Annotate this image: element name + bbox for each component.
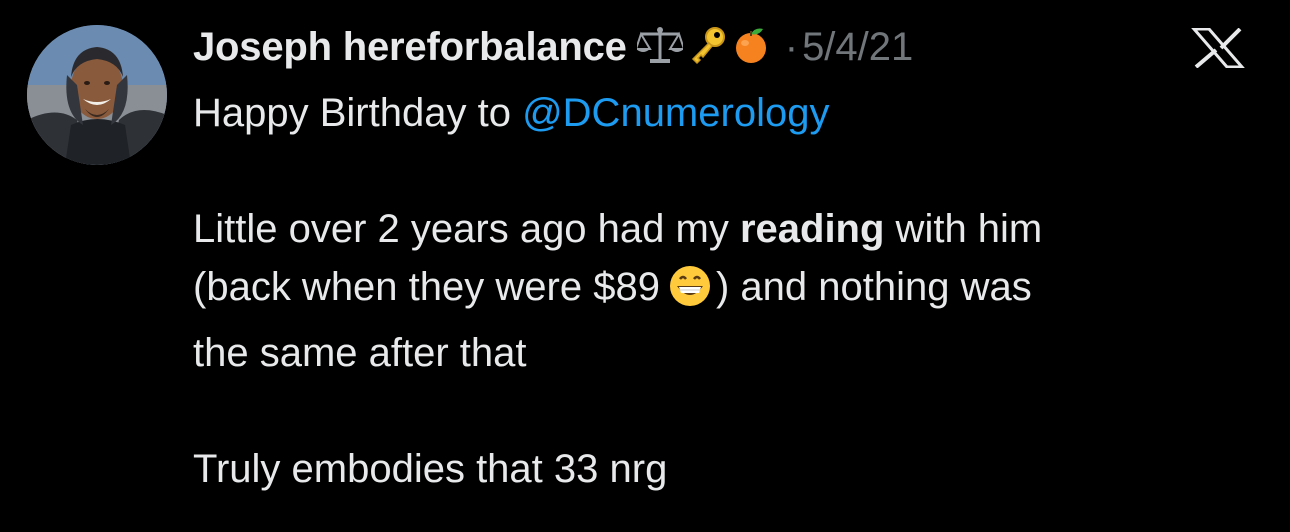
- key-icon: [687, 25, 727, 70]
- grinning-face-icon: [668, 264, 712, 324]
- header-separator: ·: [784, 24, 799, 69]
- tangerine-icon: [731, 25, 771, 70]
- name-emojis: [634, 25, 771, 70]
- x-logo-icon[interactable]: [1190, 27, 1246, 69]
- tweet-card: Joseph hereforbalance · 5/4/21 Happy Bir…: [0, 0, 1290, 532]
- tweet-line-2: Little over 2 years ago had my reading w…: [193, 200, 1253, 258]
- tweet-text-segment: Little over 2 years ago had my: [193, 207, 740, 251]
- balance-scale-icon: [634, 25, 686, 70]
- avatar-photo: [27, 25, 167, 165]
- tweet-header: Joseph hereforbalance · 5/4/21: [193, 22, 913, 72]
- tweet-line-4: the same after that: [193, 331, 527, 375]
- tweet-text-segment: with him: [884, 207, 1043, 251]
- tweet-text-segment: (back when they were $89: [193, 265, 660, 309]
- bold-word: reading: [739, 207, 885, 251]
- tweet-date[interactable]: 5/4/21: [802, 25, 913, 70]
- tweet-text-segment: ) and nothing was: [715, 265, 1032, 309]
- avatar[interactable]: [27, 25, 167, 165]
- mention-link[interactable]: @DCnumerology: [522, 91, 829, 135]
- display-name[interactable]: Joseph hereforbalance: [193, 25, 627, 70]
- tweet-line-3: (back when they were $89 ) and nothing w…: [193, 258, 1253, 324]
- tweet-line-1: Happy Birthday to @DCnumerology: [193, 84, 1253, 142]
- tweet-line-5: Truly embodies that 33 nrg: [193, 447, 668, 491]
- tweet-text-greeting: Happy Birthday to: [193, 91, 523, 135]
- tweet-body: Happy Birthday to @DCnumerology Little o…: [193, 84, 1253, 498]
